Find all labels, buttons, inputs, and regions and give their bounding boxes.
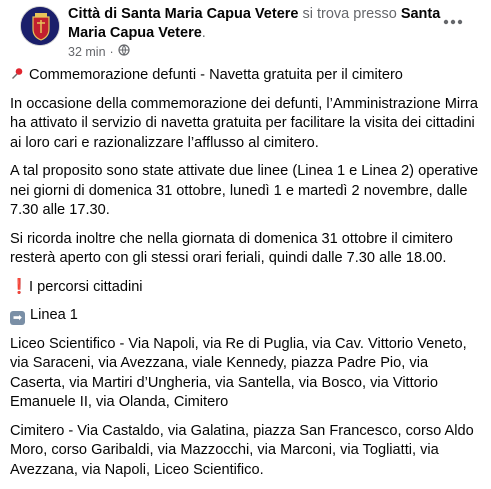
post-title-text: Commemorazione defunti - Navetta gratuit… [29,67,403,83]
globe-icon[interactable] [118,44,130,59]
header-period: . [201,25,206,41]
line-label-text: Linea 1 [30,307,78,323]
paragraph-intro: In occasione della commemorazione dei de… [10,95,479,151]
pushpin-icon [10,66,24,86]
routes-heading: ❗I percorsi cittadini [10,278,480,298]
post-meta: 32 min · [68,44,130,59]
post-author-line: Città di Santa Maria Capua Vetere si tro… [68,5,448,43]
location-connector: si trova presso [298,6,401,22]
line-label: ➡ Linea 1 [10,306,480,326]
post-timestamp[interactable]: 32 min [68,45,106,59]
page-avatar[interactable] [20,6,60,46]
post-title: Commemorazione defunti - Navetta gratuit… [10,66,480,86]
facebook-post: Città di Santa Maria Capua Vetere si tro… [0,0,491,478]
post-header: Città di Santa Maria Capua Vetere si tro… [10,0,481,62]
route-return: Cimitero - Via Castaldo, via Galatina, p… [10,422,474,478]
routes-heading-text: I percorsi cittadini [29,278,143,295]
coat-of-arms-icon [21,7,59,45]
meta-separator: · [109,44,114,59]
exclamation-icon: ❗ [10,278,29,295]
more-options-icon[interactable] [439,8,467,36]
paragraph-lines: A tal proposito sono state attivate due … [10,163,479,218]
post-body: Commemorazione defunti - Navetta gratuit… [10,66,480,489]
right-arrow-icon: ➡ [10,311,25,325]
route-outbound: Liceo Scientifico - Via Napoli, via Re d… [10,335,467,411]
paragraph-cemetery-hours: Si ricorda inoltre che nella giornata di… [10,230,453,267]
page-name-link[interactable]: Città di Santa Maria Capua Vetere [68,6,298,22]
